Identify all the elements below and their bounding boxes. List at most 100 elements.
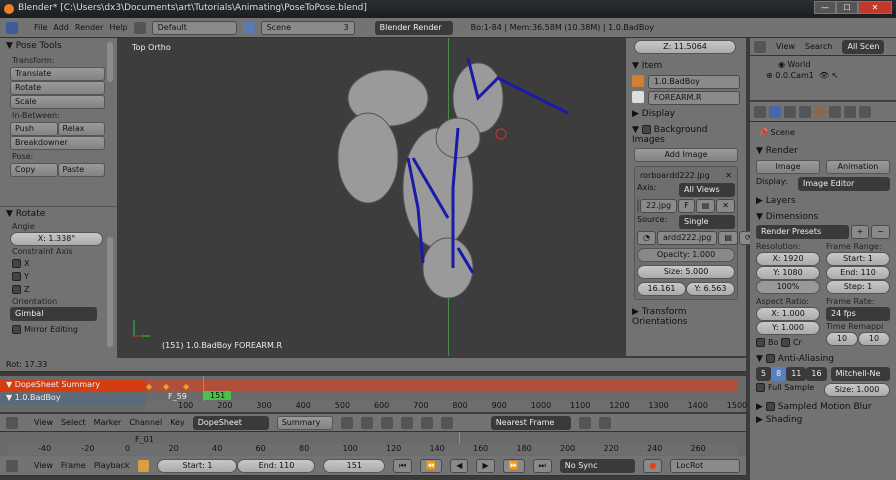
keyframe-icon[interactable]: ◆: [163, 382, 169, 391]
location-z-field[interactable]: Z: 11.5064: [634, 40, 736, 54]
rotate-button[interactable]: Rotate: [10, 81, 105, 95]
outliner-item-camera[interactable]: ⊕ 0.0.Cam1 👁 ↖: [750, 69, 896, 80]
paste-keys-icon[interactable]: [598, 416, 611, 429]
timeline-ruler[interactable]: -40 -20 0 20 40 60 80 100 120 140 160 180 200 220 240 2…: [8, 444, 738, 455]
world-tab-icon[interactable]: [814, 105, 826, 118]
marker-label[interactable]: F_59: [168, 392, 187, 401]
bone-name-field[interactable]: FOREARM.R: [648, 91, 740, 105]
play-reverse-icon[interactable]: ◀: [450, 458, 469, 473]
properties-type-icon[interactable]: [754, 105, 766, 118]
background-images-checkbox[interactable]: [641, 125, 651, 134]
object-name-field[interactable]: 1.0.BadBoy: [648, 75, 740, 89]
channel-badboy[interactable]: ▼ 1.0.BadBoy: [0, 393, 146, 405]
channel-dopesheet-summary[interactable]: ▼ DopeSheet Summary: [0, 380, 146, 392]
keying-set-field[interactable]: LocRot: [670, 458, 740, 473]
x-offset-field[interactable]: 16.161: [637, 282, 686, 296]
maximize-button[interactable]: ☐: [836, 1, 858, 14]
fake-user-button[interactable]: F: [678, 199, 695, 213]
close-button[interactable]: ✕: [858, 1, 892, 14]
source-file-field[interactable]: ardd222.jpg: [656, 231, 718, 245]
rotate-operator-header[interactable]: ▼ Rotate: [0, 207, 117, 221]
add-preset-icon[interactable]: +: [850, 225, 870, 239]
remove-image-icon[interactable]: ✕: [725, 171, 732, 180]
ds-menu-select[interactable]: Select: [61, 418, 86, 427]
tool-shelf-scrollbar[interactable]: [107, 42, 113, 82]
menu-file[interactable]: File: [34, 23, 47, 32]
axis-select[interactable]: All Views: [679, 183, 735, 197]
timeline-type-icon[interactable]: [6, 459, 18, 472]
full-sample-checkbox[interactable]: Full Sample: [756, 383, 820, 397]
timeline-marker-label[interactable]: F_01: [135, 435, 154, 444]
menu-render[interactable]: Render: [75, 23, 103, 32]
render-engine-select[interactable]: Blender Render: [374, 20, 453, 35]
keyframe-icon[interactable]: ◆: [183, 382, 189, 391]
aa-samples-5[interactable]: 5: [756, 367, 772, 381]
frame-end-field[interactable]: End: 110: [826, 266, 890, 280]
axis-z-checkbox[interactable]: Z: [12, 283, 117, 296]
render-animation-button[interactable]: Animation: [826, 160, 890, 174]
auto-keying-record-icon[interactable]: ●: [643, 458, 663, 473]
keyframe-icon[interactable]: ◆: [146, 382, 152, 391]
ds-menu-marker[interactable]: Marker: [94, 418, 122, 427]
border-checkbox[interactable]: Bo: [756, 338, 778, 347]
open-image-icon[interactable]: ▤: [695, 199, 716, 213]
angle-field[interactable]: X: 1.338°: [10, 232, 103, 246]
image-entry-name[interactable]: rorboardd222.jpg: [640, 171, 710, 180]
copy-keys-icon[interactable]: [578, 416, 591, 429]
armature-filter-icon[interactable]: [440, 416, 453, 429]
filter-icon[interactable]: [380, 416, 393, 429]
file-browse-icon[interactable]: ▤: [718, 231, 738, 245]
operator-scrollbar[interactable]: [107, 237, 113, 347]
outliner-filter-select[interactable]: All Scen: [842, 39, 885, 54]
pose-tools-header[interactable]: ▼ Pose Tools: [0, 38, 117, 54]
orientation-select[interactable]: Gimbal: [10, 307, 97, 321]
sync-mode-select[interactable]: No Sync: [559, 458, 636, 473]
summary-toggle[interactable]: Summary: [276, 415, 333, 430]
breakdowner-button[interactable]: Breakdowner: [10, 136, 105, 150]
dopesheet-ruler[interactable]: 100 200 300 400 500 600 700 800 900 1000 1100 1200 1…: [146, 401, 747, 412]
play-icon[interactable]: ▶: [476, 458, 495, 473]
dopesheet-type-icon[interactable]: [6, 416, 18, 429]
layers-panel-header[interactable]: ▶ Layers: [750, 193, 896, 209]
preview-range-icon[interactable]: [137, 459, 150, 472]
summary-keys-row[interactable]: [146, 380, 738, 392]
object-tab-icon[interactable]: [829, 105, 841, 118]
tl-menu-view[interactable]: View: [34, 461, 53, 470]
timeline-start-field[interactable]: Start: 1: [157, 458, 238, 473]
constraints-tab-icon[interactable]: [844, 105, 856, 118]
source-select[interactable]: Single Imag: [679, 215, 735, 239]
resolution-x-field[interactable]: X: 1920: [756, 252, 820, 266]
display-select[interactable]: Image Editor: [798, 177, 890, 191]
scale-button[interactable]: Scale: [10, 95, 105, 109]
auto-snap-select[interactable]: Nearest Frame: [490, 415, 571, 430]
unlink-image-icon[interactable]: ✕: [716, 199, 735, 213]
aa-filter-select[interactable]: Mitchell-Ne: [830, 367, 890, 381]
editor-type-icon[interactable]: [6, 21, 18, 34]
outliner-item-world[interactable]: ◉ World: [750, 56, 896, 69]
image-file-field[interactable]: 22.jpg: [640, 199, 678, 213]
motion-blur-header[interactable]: ▶ Sampled Motion Blur: [750, 399, 896, 415]
tl-menu-frame[interactable]: Frame: [61, 461, 86, 470]
ds-menu-key[interactable]: Key: [170, 418, 185, 427]
resolution-y-field[interactable]: Y: 1080: [756, 266, 820, 280]
remove-preset-icon[interactable]: −: [871, 225, 890, 239]
aspect-x-field[interactable]: X: 1.000: [756, 307, 820, 321]
timeline-end-field[interactable]: End: 110: [237, 458, 316, 473]
jump-start-icon[interactable]: ⏮: [393, 458, 413, 473]
push-button[interactable]: Push: [10, 122, 58, 136]
scene-field[interactable]: Scene 3: [260, 20, 355, 35]
bone-tab-icon[interactable]: [859, 105, 871, 118]
opacity-slider[interactable]: Opacity: 1.000: [637, 248, 735, 262]
shading-header[interactable]: ▶ Shading: [750, 415, 896, 428]
remap-new-field[interactable]: 10: [858, 332, 890, 346]
outliner-menu-view[interactable]: View: [776, 42, 795, 51]
crop-checkbox[interactable]: Cr: [780, 338, 802, 347]
relax-button[interactable]: Relax: [57, 122, 105, 136]
axis-x-checkbox[interactable]: X: [12, 257, 117, 270]
jump-end-icon[interactable]: ⏭: [532, 458, 552, 473]
ds-menu-view[interactable]: View: [34, 418, 53, 427]
anti-aliasing-header[interactable]: ▼ Anti-Aliasing: [750, 351, 896, 367]
aa-samples-11[interactable]: 11: [786, 367, 807, 381]
timeline-editor[interactable]: F_01 -40 -20 0 20 40 60 80 100 120 140 160 180 200 22…: [0, 432, 746, 456]
paste-pose-button[interactable]: Paste: [57, 163, 105, 177]
